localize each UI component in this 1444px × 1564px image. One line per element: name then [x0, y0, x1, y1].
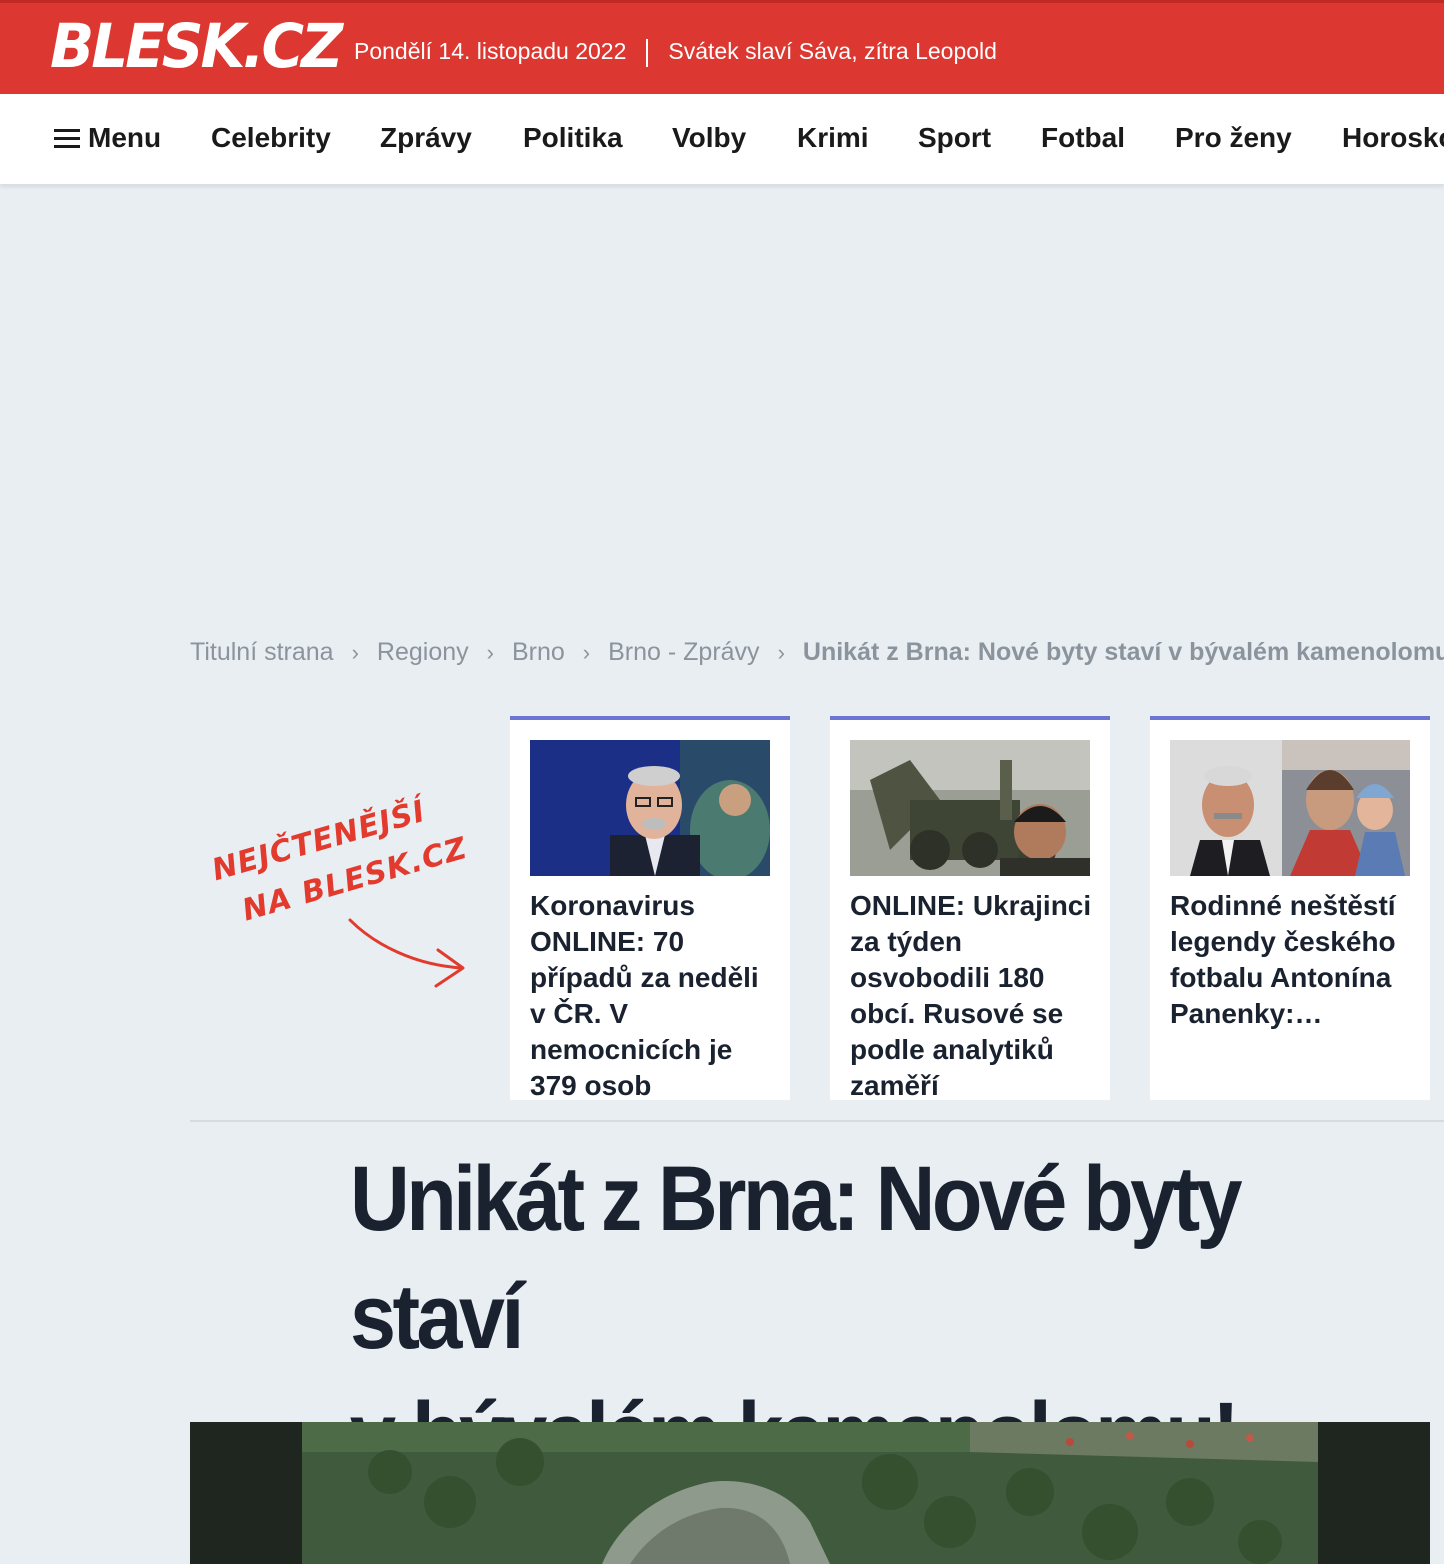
most-read-label: NEJČTENĚJŠÍ NA BLESK.CZ — [200, 760, 480, 1000]
breadcrumb-regiony[interactable]: Regiony — [377, 638, 469, 667]
nav-item-celebrity[interactable]: Celebrity — [211, 122, 331, 154]
most-read-card[interactable]: Rodinné neštěstí legendy českého fotbalu… — [1150, 716, 1430, 1100]
nav-item-krimi[interactable]: Krimi — [797, 122, 869, 154]
breadcrumb-current: Unikát z Brna: Nové byty staví v bývalém… — [802, 638, 1444, 666]
main-navigation: Menu Celebrity Zprávy Politika Volby Kri… — [0, 94, 1444, 184]
menu-button[interactable]: Menu — [54, 122, 161, 154]
date-line: Pondělí 14. listopadu 2022 Svátek slaví S… — [354, 38, 997, 67]
card-image[interactable] — [530, 740, 770, 876]
chevron-right-icon: › — [351, 640, 359, 665]
headline-line-1: Unikát z Brna: Nové byty staví — [350, 1148, 1243, 1368]
top-bar: BLESK.CZ Pondělí 14. listopadu 2022 Sváte… — [0, 0, 1444, 94]
nav-item-horoskopy[interactable]: Horoskopy — [1342, 122, 1444, 154]
breadcrumb-brno[interactable]: Brno — [512, 638, 565, 667]
chevron-right-icon: › — [582, 640, 591, 665]
arrow-icon — [348, 918, 464, 970]
card-title[interactable]: Koronavirus ONLINE: 70 případů za neděli… — [530, 888, 780, 1100]
breadcrumb-brno-zpravy[interactable]: Brno - Zprávy — [608, 638, 759, 667]
chevron-right-icon: › — [777, 640, 785, 665]
hamburger-icon — [54, 128, 80, 148]
ad-placeholder — [0, 186, 1444, 606]
nav-item-pro-zeny[interactable]: Pro ženy — [1175, 122, 1292, 154]
breadcrumb-home[interactable]: Titulní strana — [190, 638, 334, 667]
card-title[interactable]: ONLINE: Ukrajinci za týden osvobodili 18… — [850, 888, 1100, 1100]
hero-photo — [190, 1422, 1430, 1564]
most-read-graphic: NEJČTENĚJŠÍ NA BLESK.CZ — [208, 791, 472, 988]
menu-label: Menu — [88, 122, 162, 153]
nameday-text: Svátek slaví Sáva, zítra Leopold — [668, 38, 997, 64]
section-divider — [190, 1120, 1444, 1122]
article-hero-image[interactable] — [190, 1422, 1430, 1564]
chevron-right-icon: › — [486, 640, 494, 665]
site-logo[interactable]: BLESK.CZ — [50, 10, 343, 81]
top-rule — [0, 0, 1444, 3]
card-image[interactable] — [1170, 740, 1410, 876]
most-read-card[interactable]: Koronavirus ONLINE: 70 případů za neděli… — [510, 716, 790, 1100]
card-title[interactable]: Rodinné neštěstí legendy českého fotbalu… — [1170, 888, 1420, 1032]
most-read-card[interactable]: ONLINE: Ukrajinci za týden osvobodili 18… — [830, 716, 1110, 1100]
nav-item-fotbal[interactable]: Fotbal — [1041, 122, 1125, 154]
nav-item-sport[interactable]: Sport — [918, 122, 991, 154]
current-date: Pondělí 14. listopadu 2022 — [354, 38, 627, 64]
card-image[interactable] — [850, 740, 1090, 876]
date-separator — [646, 38, 649, 67]
breadcrumb: Titulní strana › Regiony › Brno › Brno - Zpráv… — [190, 638, 1444, 667]
nav-item-politika[interactable]: Politika — [523, 122, 623, 154]
nav-item-zpravy[interactable]: Zprávy — [380, 122, 472, 154]
nav-item-volby[interactable]: Volby — [672, 122, 746, 154]
